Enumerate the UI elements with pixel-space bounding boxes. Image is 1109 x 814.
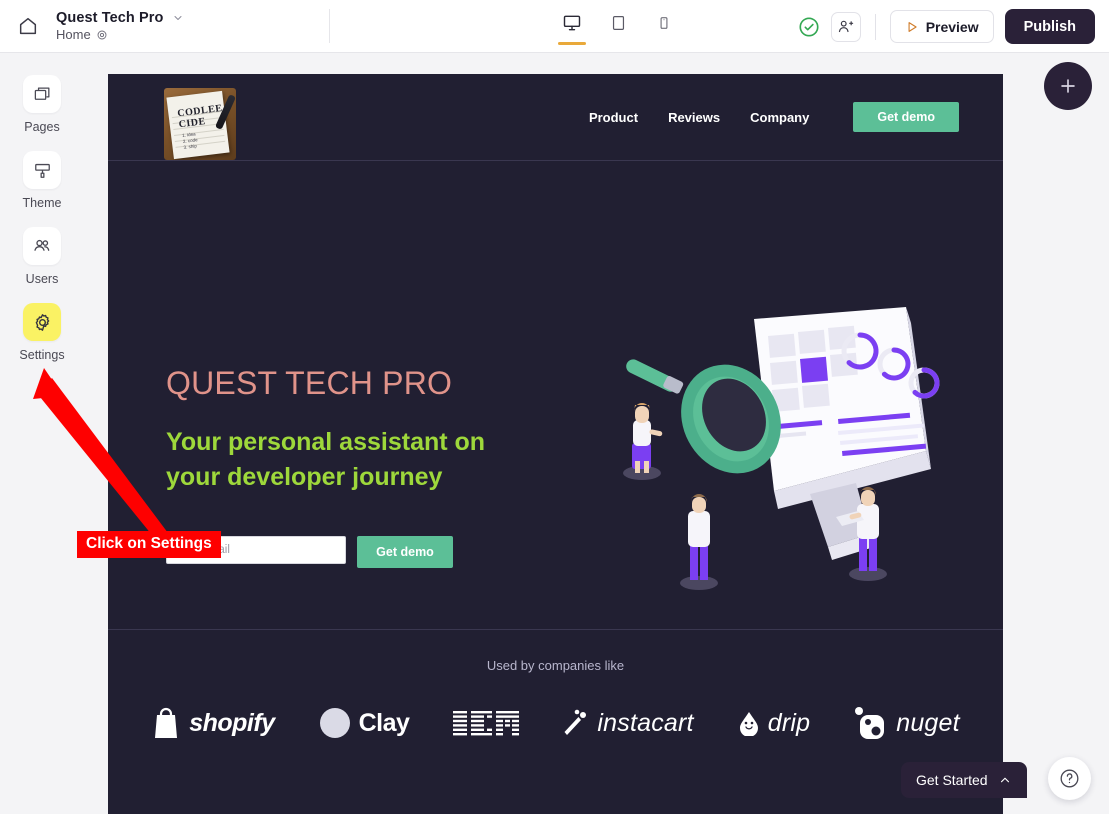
- mobile-icon: [660, 16, 668, 29]
- get-started-button[interactable]: Get Started: [901, 762, 1027, 798]
- sidebar: Pages Theme Users Settings: [0, 53, 84, 814]
- site-canvas: CODLEE CIDE 1. idea 2. code 3. ship Prod…: [108, 74, 1003, 814]
- brand-name-instacart: instacart: [597, 708, 694, 737]
- shopify-bag-icon: [155, 707, 178, 738]
- top-bar-actions: Preview Publish: [798, 0, 1095, 53]
- clay-logo-icon: [319, 708, 350, 738]
- sidebar-icon-box-settings: [23, 303, 61, 341]
- device-toggle-mobile[interactable]: [650, 5, 678, 49]
- sidebar-label-pages: Pages: [24, 120, 60, 134]
- logos-row: shopify Clay instacart drip nuget: [108, 692, 1003, 754]
- brand-ibm: [453, 709, 520, 737]
- hero-illustration: [623, 307, 940, 590]
- brand-instacart: instacart: [563, 708, 694, 738]
- instacart-carrot-icon: [564, 709, 587, 735]
- add-element-button[interactable]: [1044, 62, 1092, 110]
- sidebar-label-theme: Theme: [22, 196, 62, 210]
- site-logo[interactable]: CODLEE CIDE 1. idea 2. code 3. ship: [164, 88, 236, 160]
- add-user-icon: [839, 20, 854, 33]
- sidebar-item-pages[interactable]: Pages: [10, 75, 74, 134]
- brand-name-nuget: nuget: [896, 708, 960, 737]
- logos-band: Used by companies like shopify Clay inst…: [108, 629, 1003, 811]
- invite-user-button[interactable]: [830, 11, 861, 42]
- home-button[interactable]: [0, 0, 56, 53]
- drip-droplet-icon: [739, 712, 758, 736]
- plus-icon: [1061, 79, 1075, 93]
- nav-link-product[interactable]: Product: [589, 110, 638, 125]
- app-root: Quest Tech Pro Home Preview Publish Page…: [0, 0, 1109, 814]
- play-icon: [908, 21, 917, 32]
- sidebar-label-settings: Settings: [19, 348, 65, 362]
- hero-get-demo-button[interactable]: Get demo: [357, 536, 453, 568]
- brand-drip: drip: [738, 709, 811, 738]
- site-nav: Product Reviews Company Get demo: [589, 102, 959, 132]
- users-icon: [34, 239, 50, 251]
- brand-name-shopify: shopify: [189, 708, 275, 737]
- site-title: Quest Tech Pro: [56, 10, 164, 26]
- desktop-icon: [563, 15, 581, 30]
- preview-button[interactable]: Preview: [889, 10, 994, 43]
- hero-subtitle: Your personal assistant on your develope…: [166, 428, 486, 491]
- page-name: Home: [56, 27, 91, 42]
- logos-band-title: Used by companies like: [486, 658, 625, 673]
- brand-clay: Clay: [319, 707, 410, 739]
- device-toggle-tablet[interactable]: [604, 5, 632, 49]
- gear-icon: [35, 313, 49, 331]
- tablet-icon: [612, 15, 624, 30]
- sidebar-item-users[interactable]: Users: [10, 227, 74, 286]
- sidebar-icon-box-theme: [23, 151, 61, 189]
- site-header: CODLEE CIDE 1. idea 2. code 3. ship Prod…: [108, 74, 1003, 161]
- annotation-label: Click on Settings: [77, 531, 221, 558]
- brand-name-drip: drip: [767, 708, 811, 737]
- nuget-logo-icon: [855, 707, 885, 739]
- topbar-divider: [328, 9, 330, 43]
- brand-name-clay: Clay: [358, 708, 410, 737]
- sidebar-icon-box-users: [23, 227, 61, 265]
- brand-nuget: nuget: [854, 706, 960, 740]
- nav-link-reviews[interactable]: Reviews: [668, 110, 720, 125]
- device-toggle-desktop[interactable]: [558, 5, 586, 49]
- nav-get-demo-button[interactable]: Get demo: [853, 102, 959, 132]
- get-started-label: Get Started: [916, 772, 988, 788]
- chevron-down-icon[interactable]: [172, 12, 184, 24]
- sidebar-item-settings[interactable]: Settings: [10, 303, 74, 362]
- brand-shopify: shopify: [151, 706, 275, 740]
- top-bar: Quest Tech Pro Home Preview Publish: [0, 0, 1109, 53]
- preview-label: Preview: [925, 18, 979, 35]
- sidebar-item-theme[interactable]: Theme: [10, 151, 74, 210]
- device-toggle-group: [558, 0, 678, 53]
- sidebar-label-users: Users: [25, 272, 59, 286]
- ibm-logo-icon: [453, 711, 520, 736]
- nav-link-company[interactable]: Company: [750, 110, 809, 125]
- hero-title: QUEST TECH PRO: [166, 365, 453, 401]
- publish-button[interactable]: Publish: [1004, 9, 1095, 44]
- chevron-up-icon: [1000, 777, 1009, 783]
- gear-icon[interactable]: [96, 29, 108, 41]
- question-mark-icon: [1060, 769, 1079, 788]
- sidebar-icon-box-pages: [23, 75, 61, 113]
- site-title-row[interactable]: Quest Tech Pro: [56, 10, 184, 26]
- actions-divider: [874, 13, 876, 40]
- page-row: Home: [56, 27, 184, 42]
- pages-icon: [34, 87, 49, 100]
- brush-icon: [34, 163, 50, 178]
- home-icon: [19, 17, 37, 35]
- check-circle-icon: [799, 16, 819, 37]
- logo-text-line2: CIDE: [178, 116, 207, 131]
- publish-label: Publish: [1023, 18, 1076, 35]
- hero-section: QUEST TECH PRO Your personal assistant o…: [108, 161, 1003, 629]
- help-button[interactable]: [1048, 757, 1091, 800]
- site-meta: Quest Tech Pro Home: [56, 10, 184, 42]
